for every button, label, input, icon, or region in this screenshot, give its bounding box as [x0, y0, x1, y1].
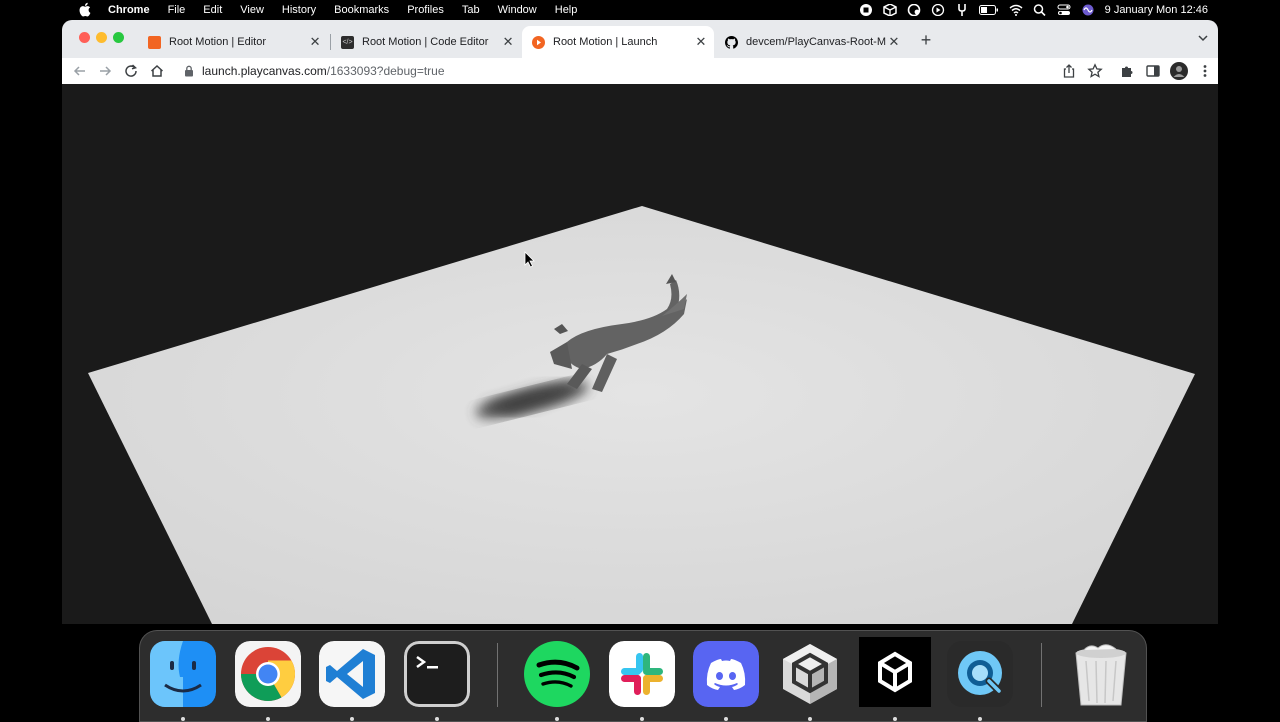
window-zoom-button[interactable] [113, 32, 124, 43]
running-indicator [808, 717, 812, 721]
running-indicator [893, 717, 897, 721]
extensions-puzzle-icon[interactable] [1119, 63, 1135, 79]
side-panel-icon[interactable] [1145, 63, 1161, 79]
dock-discord[interactable] [693, 641, 759, 707]
home-icon[interactable] [149, 63, 165, 79]
battery-icon[interactable] [978, 4, 999, 16]
url-host: launch.playcanvas.com [202, 64, 327, 78]
tab-label: Root Motion | Launch [553, 36, 658, 48]
share-icon[interactable] [1061, 63, 1077, 79]
menu-tab[interactable]: Tab [453, 0, 489, 20]
scene-render [88, 206, 1195, 624]
close-icon[interactable]: ✕ [694, 34, 708, 50]
ground-plane [88, 206, 1195, 624]
dock-unity[interactable] [859, 637, 931, 707]
window-close-button[interactable] [79, 32, 90, 43]
browser-window: Root Motion | Editor ✕ </> Root Motion |… [62, 20, 1218, 624]
url-path: /1633093?debug=true [326, 64, 445, 78]
close-icon[interactable]: ✕ [308, 34, 322, 50]
spotify-icon [524, 641, 590, 707]
vscode-icon [319, 641, 385, 707]
screen-record-icon[interactable] [859, 4, 873, 16]
dock-vscode[interactable] [319, 641, 385, 707]
unity-icon [859, 637, 931, 707]
tab-label: Root Motion | Editor [169, 36, 267, 48]
chrome-icon [235, 641, 301, 707]
more-options-icon[interactable] [1197, 63, 1213, 79]
tab-github[interactable]: devcem/PlayCanvas-Root-Mot ✕ [715, 26, 907, 58]
tab-code-editor[interactable]: </> Root Motion | Code Editor ✕ [331, 26, 521, 58]
dock-spotify[interactable] [524, 641, 590, 707]
running-indicator [181, 717, 185, 721]
chevron-down-icon[interactable] [1198, 33, 1208, 43]
apple-icon[interactable] [79, 2, 91, 17]
running-indicator [435, 717, 439, 721]
window-minimize-button[interactable] [96, 32, 107, 43]
dock-terminal[interactable] [404, 641, 470, 707]
slack-icon [609, 641, 675, 707]
browser-toolbar: launch.playcanvas.com/1633093?debug=true [62, 58, 1218, 84]
dock-slack[interactable] [609, 641, 675, 707]
reload-icon[interactable] [123, 63, 139, 79]
back-arrow-icon[interactable] [72, 63, 88, 79]
github-icon [725, 35, 738, 49]
running-indicator [724, 717, 728, 721]
lock-icon[interactable] [184, 65, 194, 77]
tab-launch[interactable]: Root Motion | Launch ✕ [522, 26, 714, 58]
menu-file[interactable]: File [159, 0, 195, 20]
play-icon[interactable] [931, 4, 945, 16]
tab-editor[interactable]: Root Motion | Editor ✕ [138, 26, 328, 58]
playcanvas-editor-icon [148, 35, 161, 49]
dock-trash[interactable] [1068, 641, 1134, 707]
terminal-icon [404, 641, 470, 707]
siri-icon[interactable] [1081, 4, 1095, 16]
close-icon[interactable]: ✕ [501, 34, 515, 50]
discord-icon [693, 641, 759, 707]
new-tab-button[interactable]: + [918, 31, 934, 49]
running-indicator [978, 717, 982, 721]
menubar-clock[interactable]: 9 January Mon 12:46 [1105, 4, 1208, 16]
dock-separator [497, 643, 498, 707]
running-indicator [555, 717, 559, 721]
code-editor-icon: </> [341, 35, 354, 49]
control-center-icon[interactable] [1057, 4, 1071, 16]
running-indicator [640, 717, 644, 721]
menu-bar: Chrome File Edit View History Bookmarks … [0, 0, 1280, 20]
address-bar[interactable]: launch.playcanvas.com/1633093?debug=true [172, 58, 1107, 84]
menu-bookmarks[interactable]: Bookmarks [325, 0, 398, 20]
dock-chrome[interactable] [235, 641, 301, 707]
dock-finder[interactable] [150, 641, 216, 707]
wifi-icon[interactable] [1009, 4, 1023, 16]
tab-label: Root Motion | Code Editor [362, 36, 489, 48]
menu-view[interactable]: View [231, 0, 273, 20]
running-indicator [350, 717, 354, 721]
spotlight-search-icon[interactable] [1033, 4, 1047, 16]
unity-menubar-icon[interactable] [882, 4, 897, 16]
profile-avatar[interactable] [1170, 62, 1188, 80]
quicktime-icon [947, 641, 1013, 707]
tab-label: devcem/PlayCanvas-Root-Mot [746, 36, 886, 48]
dock-separator [1041, 643, 1042, 707]
menu-edit[interactable]: Edit [194, 0, 231, 20]
playcanvas-launch-icon [532, 35, 545, 49]
finder-icon [150, 641, 216, 707]
tuning-fork-icon[interactable] [955, 4, 969, 16]
forward-arrow-icon[interactable] [97, 63, 113, 79]
unity-hub-icon [783, 644, 837, 704]
dock-quicktime[interactable] [947, 641, 1013, 707]
trash-icon [1075, 644, 1127, 706]
running-indicator [266, 717, 270, 721]
game-canvas[interactable] [62, 84, 1218, 624]
menu-profiles[interactable]: Profiles [398, 0, 453, 20]
dock-unity-hub[interactable] [777, 641, 843, 707]
dock [139, 630, 1147, 722]
menu-help[interactable]: Help [546, 0, 587, 20]
menu-window[interactable]: Window [489, 0, 546, 20]
close-icon[interactable]: ✕ [887, 34, 901, 50]
creative-cloud-icon[interactable] [907, 4, 921, 16]
tab-strip: Root Motion | Editor ✕ </> Root Motion |… [62, 20, 1218, 58]
menu-history[interactable]: History [273, 0, 325, 20]
star-bookmark-icon[interactable] [1087, 63, 1103, 79]
